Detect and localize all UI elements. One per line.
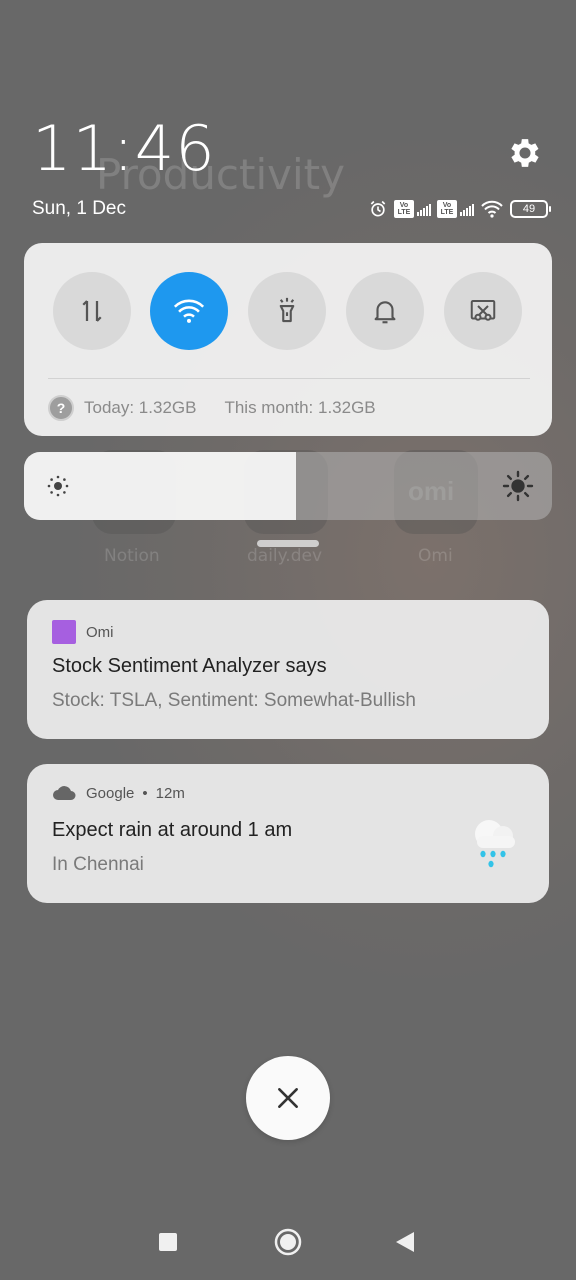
qs-divider xyxy=(48,378,530,379)
cloud-icon xyxy=(53,786,76,800)
help-icon: ? xyxy=(48,395,74,421)
notification-body: In Chennai xyxy=(52,854,144,875)
flashlight-icon xyxy=(279,297,295,323)
notification-google[interactable]: Google • 12m Expect rain at around 1 am … xyxy=(27,764,549,903)
arrows-up-down-icon xyxy=(82,300,102,322)
signal-sim2-icon: Vo LTE xyxy=(437,200,474,218)
rain-cloud-icon xyxy=(475,820,515,868)
recents-button[interactable] xyxy=(159,1233,177,1251)
notification-title: Stock Sentiment Analyzer says xyxy=(52,655,327,677)
notification-app-row: Google • 12m xyxy=(52,784,185,802)
notification-body: Stock: TSLA, Sentiment: Somewhat-Bullish xyxy=(52,690,416,711)
scissors-icon xyxy=(470,300,496,321)
home-button[interactable] xyxy=(274,1228,302,1256)
notification-separator: • xyxy=(142,784,148,802)
wifi-icon xyxy=(173,299,205,323)
brightness-low-icon xyxy=(47,475,69,497)
notification-app-row: Omi xyxy=(52,620,114,644)
brightness-slider[interactable] xyxy=(24,452,552,520)
notification-app-name: Omi xyxy=(86,623,114,641)
notification-app-name: Google xyxy=(86,784,135,802)
bell-icon xyxy=(374,301,396,324)
quick-settings-panel: ? Today: 1.32GB This month: 1.32GB xyxy=(24,243,552,436)
notification-title: Expect rain at around 1 am xyxy=(52,819,293,841)
notification-omi[interactable]: Omi Stock Sentiment Analyzer says Stock:… xyxy=(27,600,549,739)
mobile-data-toggle[interactable] xyxy=(53,272,131,350)
clear-notifications-button[interactable] xyxy=(246,1056,330,1140)
screenshot-toggle[interactable] xyxy=(444,272,522,350)
sound-toggle[interactable] xyxy=(346,272,424,350)
data-usage-row[interactable]: ? Today: 1.32GB This month: 1.32GB xyxy=(48,395,376,421)
battery-level: 49 xyxy=(522,203,536,215)
data-usage-month: This month: 1.32GB xyxy=(224,398,376,417)
settings-gear-icon[interactable] xyxy=(506,134,544,172)
app-label-dailydev: daily.dev xyxy=(247,546,323,566)
wifi-status-icon xyxy=(481,200,503,218)
battery-icon: 49 xyxy=(510,200,551,218)
data-usage-today: Today: 1.32GB xyxy=(84,398,197,417)
wifi-toggle[interactable] xyxy=(150,272,228,350)
notification-time: 12m xyxy=(155,784,185,802)
back-button[interactable] xyxy=(394,1230,416,1254)
flashlight-toggle[interactable] xyxy=(248,272,326,350)
app-label-omi: Omi xyxy=(418,546,453,566)
brightness-high-icon xyxy=(502,470,534,502)
alarm-icon xyxy=(370,200,386,217)
clock[interactable]: 11:46 xyxy=(32,112,216,185)
app-label-notion: Notion xyxy=(104,546,160,566)
status-icons: Vo LTE Vo LTE 49 xyxy=(368,198,551,220)
omi-app-icon xyxy=(52,620,76,644)
signal-sim1-icon: Vo LTE xyxy=(394,200,431,218)
date[interactable]: Sun, 1 Dec xyxy=(32,198,126,220)
panel-drag-handle[interactable] xyxy=(257,540,319,547)
close-icon xyxy=(278,1088,298,1108)
